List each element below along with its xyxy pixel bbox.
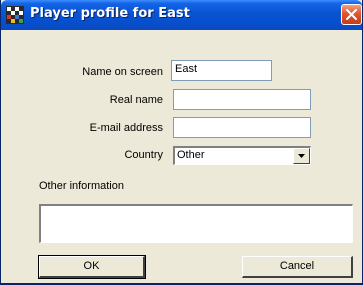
real-name-field[interactable] <box>173 89 311 110</box>
real-name-label: Real name <box>109 94 163 106</box>
email-label: E-mail address <box>89 122 163 134</box>
country-selected-value: Other <box>177 149 205 161</box>
ok-button[interactable]: OK <box>38 255 146 279</box>
country-dropdown-button[interactable] <box>293 148 310 164</box>
other-information-field[interactable] <box>39 204 353 243</box>
player-profile-dialog: Player profile for East Name on screen E… <box>0 0 363 285</box>
close-button[interactable] <box>341 4 362 25</box>
country-select[interactable]: Other <box>173 146 311 165</box>
other-information-label: Other information <box>39 180 124 192</box>
window-title: Player profile for East <box>30 6 190 21</box>
cancel-button[interactable]: Cancel <box>242 256 353 278</box>
email-field[interactable] <box>173 117 311 138</box>
title-bar[interactable]: Player profile for East <box>1 0 362 30</box>
name-on-screen-label: Name on screen <box>82 66 163 78</box>
country-label: Country <box>124 149 163 161</box>
name-on-screen-field[interactable]: East <box>171 60 272 81</box>
game-board-icon <box>6 6 24 24</box>
close-icon <box>346 9 357 20</box>
chevron-down-icon <box>298 154 305 158</box>
